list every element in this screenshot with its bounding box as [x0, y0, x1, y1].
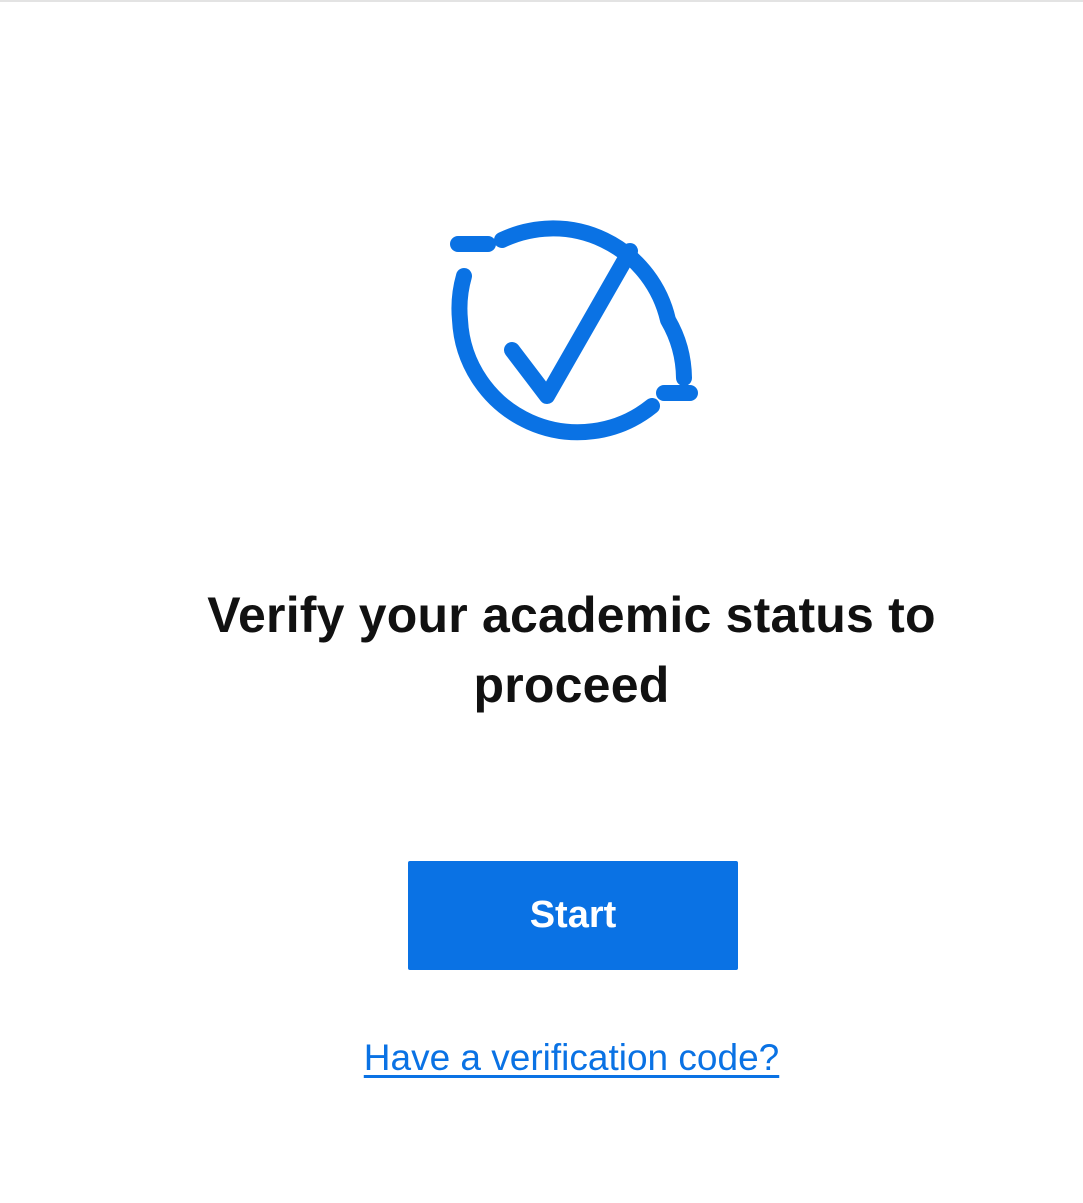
verify-check-cycle-icon	[442, 188, 702, 450]
start-button[interactable]: Start	[408, 861, 738, 970]
top-divider	[0, 0, 1083, 2]
page-title: Verify your academic status to proceed	[207, 587, 936, 713]
verification-code-link[interactable]: Have a verification code?	[300, 1032, 843, 1084]
verification-panel: Verify your academic status to proceed S…	[0, 0, 1083, 1203]
